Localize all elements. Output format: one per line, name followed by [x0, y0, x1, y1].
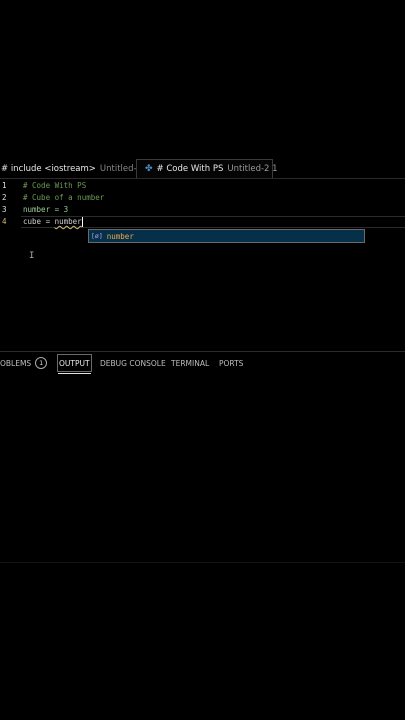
code-editor[interactable]: 1 # Code With PS 2 # Cube of a number 3 … [0, 180, 405, 350]
tab-label: OBLEMS [0, 358, 32, 368]
code-text: number = 3 [23, 205, 69, 214]
line-number: 2 [2, 193, 7, 202]
autocomplete-label: number [106, 231, 134, 241]
tab-title: # include <iostream> [1, 163, 96, 174]
tab-untitled-2[interactable]: ✤ # Code With PS Untitled-2 1 [136, 159, 278, 178]
mouse-ibeam-cursor: I [29, 251, 35, 261]
code-text: cube = number [23, 216, 83, 228]
tab-debug-console[interactable]: DEBUG CONSOLE [100, 354, 166, 372]
tab-terminal[interactable]: TERMINAL [171, 354, 209, 372]
autocomplete-item[interactable]: [ø] number [89, 230, 364, 242]
line-number: 1 [2, 181, 7, 190]
line-number: 4 [2, 217, 7, 226]
panel-tab-bar: OBLEMS 1 OUTPUT DEBUG CONSOLE TERMINAL P… [0, 354, 405, 374]
text-cursor [81, 217, 83, 227]
tab-label: TERMINAL [171, 358, 210, 368]
code-text: # Cube of a number [23, 193, 105, 202]
problems-count-badge: 1 [35, 357, 48, 369]
code-prefix: cube = [23, 217, 55, 226]
tab-label: PORTS [219, 358, 244, 368]
code-line-active: 4 cube = number [0, 216, 405, 228]
squiggle-word: number [54, 217, 82, 226]
panel-bottom-divider [0, 562, 405, 563]
tab-output[interactable]: OUTPUT [57, 354, 92, 374]
variable-icon: [ø] [91, 232, 103, 240]
tab-problems[interactable]: OBLEMS 1 [0, 354, 48, 372]
code-text: # Code With PS [23, 181, 87, 190]
tab-title: # Code With PS [156, 164, 224, 174]
tab-ports[interactable]: PORTS [219, 354, 243, 372]
autocomplete-popup: [ø] number [88, 229, 365, 243]
tab-untitled-1[interactable]: # include <iostream> Untitled-1 [0, 159, 142, 178]
python-icon: ✤ [145, 164, 153, 174]
panel-divider [0, 351, 405, 352]
code-line: 3 number = 3 [0, 204, 405, 216]
tab-label: DEBUG CONSOLE [100, 358, 166, 368]
tab-description: Untitled-2 1 [227, 164, 278, 174]
code-line: 2 # Cube of a number [0, 192, 405, 204]
code-line: 1 # Code With PS [0, 180, 405, 192]
line-number: 3 [2, 205, 7, 214]
tab-label: OUTPUT [59, 358, 90, 368]
editor-tab-bar: # include <iostream> Untitled-1 ✤ # Code… [0, 159, 405, 179]
